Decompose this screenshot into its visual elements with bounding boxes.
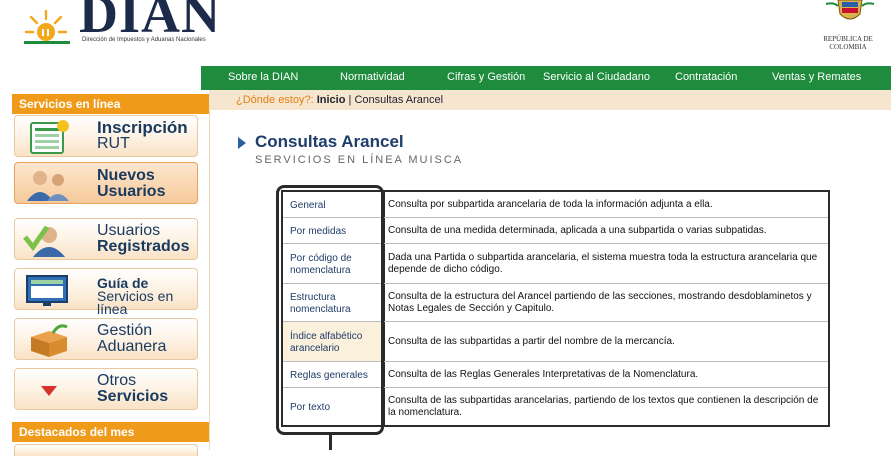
republic-line-1: REPÚBLICA DE xyxy=(823,35,873,43)
sidebar-item-label: Nuevos Usuarios xyxy=(97,168,165,200)
sidebar-item-guia-servicios[interactable]: Guía de Servicios en línea xyxy=(14,268,198,316)
sidebar-item-usuarios-registrados[interactable]: Usuarios Registrados xyxy=(14,218,198,260)
table-row: General Consulta por subpartida arancela… xyxy=(283,192,828,218)
sidebar-item-nuevos-usuarios[interactable]: Nuevos Usuarios xyxy=(14,162,198,204)
option-indice-alfabetico-link[interactable]: Índice alfabético arancelario xyxy=(283,322,385,361)
sidebar-label-line1: Inscripción xyxy=(97,118,188,137)
table-row: Estructura nomenclatura Consulta de la e… xyxy=(283,284,828,322)
republic-line-2: COLOMBIA xyxy=(829,43,867,51)
top-navigation: Sobre la DIAN Normatividad Cifras y Gest… xyxy=(201,66,891,90)
sidebar-label-line2: Servicios xyxy=(97,388,169,405)
sidebar-label-line2: Registrados xyxy=(97,238,190,255)
sidebar-label-line1: Usuarios xyxy=(97,222,161,239)
option-reglas-generales-link[interactable]: Reglas generales xyxy=(283,362,385,387)
sidebar-item-otros-servicios[interactable]: Otros Servicios xyxy=(14,368,198,410)
new-users-icon xyxy=(27,171,69,201)
sidebar-item-label: Guía de Servicios en línea xyxy=(97,276,197,317)
registered-user-icon xyxy=(23,225,65,257)
breadcrumb-current: Consultas Arancel xyxy=(354,94,444,106)
sidebar-heading-featured: Destacados del mes xyxy=(12,422,209,442)
logo-subtitle: Dirección de Impuestos y Aduanas Naciona… xyxy=(82,37,206,43)
option-description: Consulta de las subpartidas arancelarias… xyxy=(388,394,819,418)
customs-box-icon xyxy=(31,324,68,357)
title-arrow-icon xyxy=(238,137,246,149)
nav-sobre-la-dian[interactable]: Sobre la DIAN xyxy=(228,71,298,83)
option-general-link[interactable]: General xyxy=(283,192,385,217)
nav-contratacion[interactable]: Contratación xyxy=(675,71,737,83)
sun-logo-icon xyxy=(24,9,70,44)
sidebar-label-line1: Gestión xyxy=(97,322,153,339)
table-row: Índice alfabético arancelario Consulta d… xyxy=(283,322,828,362)
table-row: Por medidas Consulta de una medida deter… xyxy=(283,218,828,244)
consultas-table: General Consulta por subpartida arancela… xyxy=(281,190,830,427)
nav-normatividad[interactable]: Normatividad xyxy=(340,71,405,83)
option-por-codigo-link[interactable]: Por código de nomenclatura xyxy=(283,244,385,283)
nav-ventas-y-remates[interactable]: Ventas y Remates xyxy=(772,71,861,83)
sidebar-featured-item[interactable] xyxy=(14,444,198,456)
sidebar-item-inscripcion-rut[interactable]: Inscripción RUT xyxy=(14,115,198,157)
table-row: Reglas generales Consulta de las Reglas … xyxy=(283,362,828,388)
sidebar-label-line1: Nuevos xyxy=(97,167,155,184)
sidebar-item-label: Usuarios Registrados xyxy=(97,223,189,255)
sidebar: Servicios en línea Inscripción RUT Nuevo… xyxy=(0,90,210,456)
highlight-pointer xyxy=(329,435,332,450)
sidebar-label-line2: Servicios en línea xyxy=(97,288,174,317)
sidebar-label-line2: Aduanera xyxy=(97,338,167,355)
option-por-texto-link[interactable]: Por texto xyxy=(283,388,385,425)
chevron-down-icon xyxy=(41,386,57,396)
option-estructura-link[interactable]: Estructura nomenclatura xyxy=(283,284,385,321)
sidebar-item-label: Inscripción RUT xyxy=(97,118,188,152)
sidebar-label-line1: Otros xyxy=(97,372,137,389)
sidebar-label-line2: RUT xyxy=(97,135,130,152)
breadcrumb-separator: | xyxy=(348,94,352,106)
sidebar-label-line2: Usuarios xyxy=(97,183,166,200)
nav-cifras-y-gestion[interactable]: Cifras y Gestión xyxy=(447,71,525,83)
republic-label: REPÚBLICA DE COLOMBIA xyxy=(806,35,890,51)
option-description: Consulta por subpartida arancelaria de t… xyxy=(388,198,713,210)
sidebar-item-label: Otros Servicios xyxy=(97,373,168,405)
option-description: Consulta de las Reglas Generales Interpr… xyxy=(388,368,699,380)
sidebar-item-label: Gestión Aduanera xyxy=(97,323,166,355)
rut-form-icon xyxy=(30,120,69,154)
sidebar-heading-services: Servicios en línea xyxy=(12,94,209,114)
page-subtitle: SERVICIOS EN LÍNEA MUISCA xyxy=(255,154,464,166)
option-description: Dada una Partida o subpartida arancelari… xyxy=(388,251,818,275)
breadcrumb-home-link[interactable]: Inicio xyxy=(317,94,346,106)
site-header: DIAN Dirección de Impuestos y Aduanas Na… xyxy=(0,0,891,66)
option-description: Consulta de las subpartidas a partir del… xyxy=(388,335,675,347)
table-row: Por texto Consulta de las subpartidas ar… xyxy=(283,388,828,425)
option-por-medidas-link[interactable]: Por medidas xyxy=(283,218,385,243)
breadcrumb: ¿Dónde estoy?: Inicio | Consultas Arance… xyxy=(209,90,891,110)
screen-guide-icon xyxy=(26,275,68,306)
breadcrumb-question: ¿Dónde estoy?: xyxy=(236,94,314,106)
page-title: Consultas Arancel xyxy=(255,132,404,151)
nav-servicio-al-ciudadano[interactable]: Servicio al Ciudadano xyxy=(543,71,650,83)
table-row: Por código de nomenclatura Dada una Part… xyxy=(283,244,828,284)
option-description: Consulta de una medida determinada, apli… xyxy=(388,224,767,236)
coat-of-arms-icon xyxy=(825,0,875,20)
option-description: Consulta de la estructura del Arancel pa… xyxy=(388,290,812,314)
sidebar-item-gestion-aduanera[interactable]: Gestión Aduanera xyxy=(14,318,198,360)
